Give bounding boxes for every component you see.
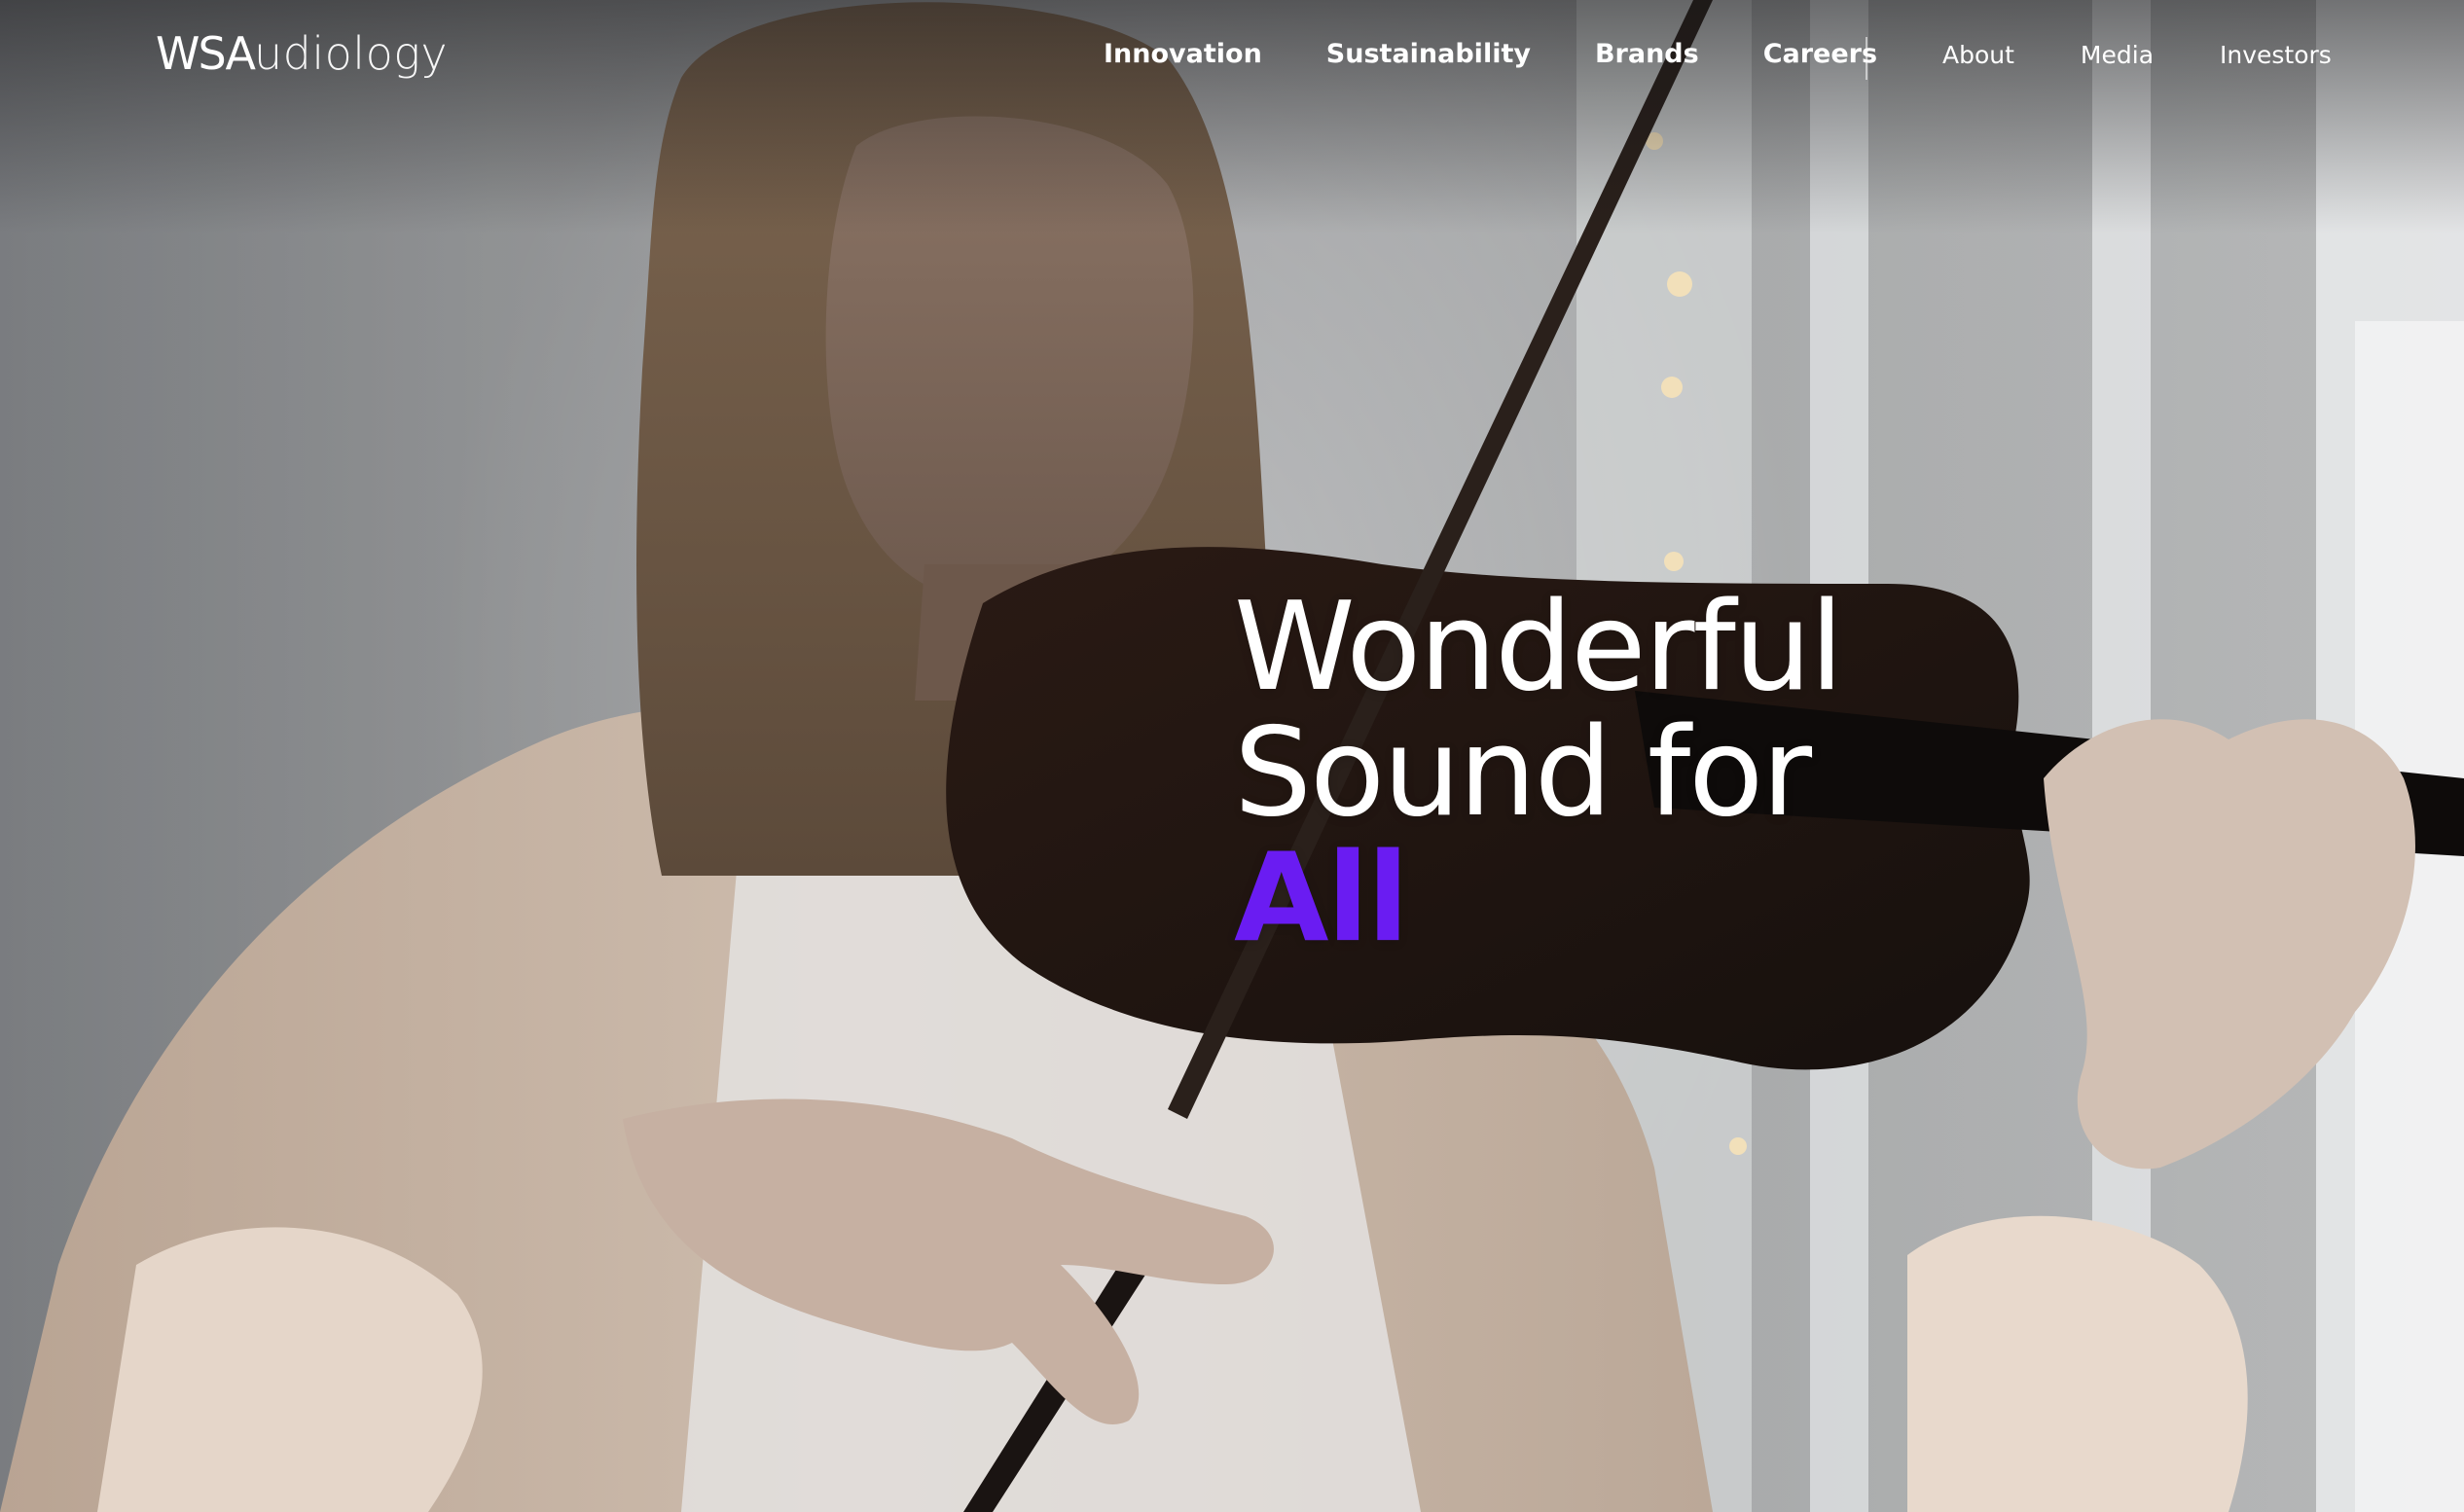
hero-headline: Wonderful Sound for All: [1234, 575, 1844, 969]
headline-accent: All: [1234, 826, 1409, 969]
secondary-nav: About Media Investors: [1942, 41, 2398, 69]
page: WSA udiology Innovation Sustainability Br…: [0, 0, 2464, 1512]
site-header: WSA udiology Innovation Sustainability Br…: [0, 0, 2464, 121]
nav-link-sustainability[interactable]: Sustainability: [1326, 39, 1531, 69]
nav-link-brands[interactable]: Brands: [1595, 39, 1699, 69]
nav-link-about[interactable]: About: [1942, 41, 2014, 69]
logo-wordmark-light: udiology: [254, 27, 449, 80]
wsa-logo[interactable]: WSA udiology: [156, 27, 448, 86]
headline-line-2: Sound for: [1234, 701, 1812, 844]
headline-line-1: Wonderful: [1234, 575, 1844, 718]
nav-link-media[interactable]: Media: [2081, 41, 2154, 69]
logo-wordmark-strong: WSA: [156, 27, 256, 80]
nav-divider: [1866, 37, 1867, 80]
primary-nav: Innovation Sustainability Brands Careers: [1104, 39, 1941, 69]
nav-link-investors[interactable]: Investors: [2220, 41, 2332, 69]
nav-link-innovation[interactable]: Innovation: [1104, 39, 1262, 69]
nav-link-careers[interactable]: Careers: [1763, 39, 1877, 69]
